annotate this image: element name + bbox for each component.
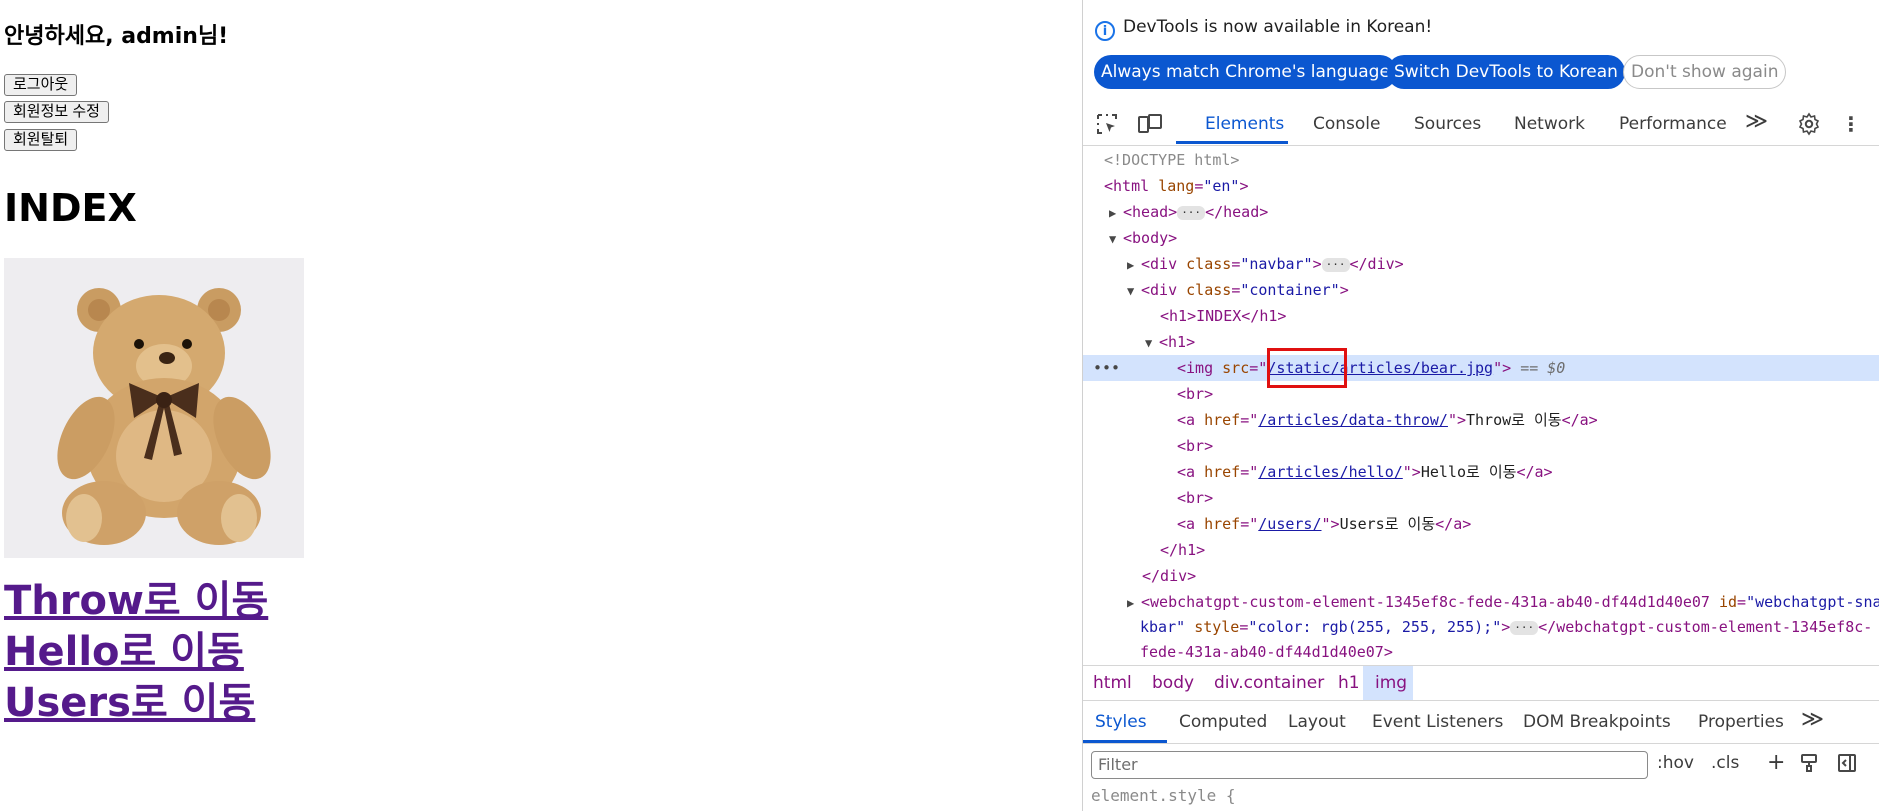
new-style-rule-icon[interactable]: +	[1767, 750, 1785, 775]
switch-korean-button[interactable]: Switch DevTools to Korean	[1387, 55, 1625, 89]
styles-filter-input[interactable]: Filter	[1091, 751, 1648, 779]
tab-dom-breakpoints[interactable]: DOM Breakpoints	[1523, 712, 1671, 732]
dom-line-h1-close[interactable]: </h1>	[1160, 537, 1205, 563]
device-toolbar-icon[interactable]	[1137, 112, 1162, 136]
tab-styles[interactable]: Styles	[1095, 712, 1147, 732]
dom-line-a-users[interactable]: <a href="/users/">Users로 이동</a>	[1177, 511, 1471, 537]
expand-triangle-icon: ▶	[1127, 596, 1135, 610]
dom-line-html[interactable]: <html lang="en">	[1104, 173, 1249, 199]
dom-line-head[interactable]: ▶ <head> ··· </head>	[1109, 199, 1268, 225]
breadcrumb-h1[interactable]: h1	[1338, 673, 1360, 693]
element-style-rule: element.style {	[1091, 786, 1236, 805]
throw-link[interactable]: Throw로 이동	[4, 568, 268, 626]
dom-line-custom-element-cont[interactable]: kbar" style="color: rgb(255, 255, 255);"…	[1140, 614, 1872, 640]
dom-line-br[interactable]: <br>	[1177, 381, 1213, 407]
collapse-triangle-icon: ▼	[1145, 336, 1153, 350]
hov-toggle[interactable]: :hov	[1657, 753, 1694, 773]
devtools-tabbar: Elements Console Sources Network Perform…	[1083, 103, 1879, 146]
greeting-heading: 안녕하세요, admin님!	[4, 24, 229, 49]
more-tabs-icon[interactable]: ≫	[1801, 707, 1824, 732]
breadcrumb-div-container[interactable]: div.container	[1214, 673, 1324, 693]
collapse-triangle-icon: ▼	[1127, 284, 1135, 298]
dom-line-img[interactable]: <img src="/static/articles/bear.jpg"> ==…	[1177, 355, 1565, 381]
info-icon: i	[1095, 21, 1115, 41]
cls-toggle[interactable]: .cls	[1711, 753, 1739, 773]
breadcrumb-img[interactable]: img	[1375, 673, 1407, 693]
dom-line-a-throw[interactable]: <a href="/articles/data-throw/">Throw로 이…	[1177, 407, 1598, 433]
tab-console[interactable]: Console	[1313, 114, 1381, 134]
more-options-icon[interactable]: ⋮	[1839, 112, 1863, 136]
ellipsis-icon: ···	[1510, 621, 1539, 635]
infobar-message: DevTools is now available in Korean!	[1123, 17, 1433, 37]
hello-link[interactable]: Hello로 이동	[4, 619, 244, 677]
logout-button[interactable]: 로그아웃	[4, 74, 78, 96]
dom-line-custom-element-end[interactable]: fede-431a-ab40-df44d1d40e07>	[1140, 639, 1393, 665]
node-actions-icon[interactable]: •••	[1093, 355, 1120, 381]
tab-computed[interactable]: Computed	[1179, 712, 1267, 732]
tab-sources[interactable]: Sources	[1414, 114, 1481, 134]
inspect-element-icon[interactable]	[1095, 112, 1119, 136]
dom-line-h1[interactable]: ▼ <h1>	[1145, 329, 1195, 355]
collapse-triangle-icon: ▼	[1109, 232, 1117, 246]
breadcrumb: html body div.container h1 img	[1083, 665, 1879, 701]
ellipsis-icon: ···	[1321, 258, 1350, 272]
expand-triangle-icon: ▶	[1127, 258, 1135, 272]
language-infobar: i DevTools is now available in Korean!	[1095, 17, 1432, 41]
page-title: INDEX	[4, 186, 137, 230]
tab-elements[interactable]: Elements	[1205, 114, 1284, 134]
devtools-panel: i DevTools is now available in Korean! Al…	[1082, 0, 1879, 811]
dom-line-container[interactable]: ▼ <div class="container">	[1127, 277, 1349, 303]
tab-properties[interactable]: Properties	[1698, 712, 1784, 732]
dom-tree: <!DOCTYPE html> <html lang="en"> ▶ <head>…	[1083, 147, 1879, 665]
dom-line-br[interactable]: <br>	[1177, 485, 1213, 511]
edit-profile-button[interactable]: 회원정보 수정	[4, 101, 109, 123]
dom-line-h1-index[interactable]: <h1>INDEX</h1>	[1160, 303, 1286, 329]
breadcrumb-body[interactable]: body	[1152, 673, 1194, 693]
toggle-sidebar-icon[interactable]	[1837, 753, 1857, 778]
tab-performance[interactable]: Performance	[1619, 114, 1727, 134]
web-page: 안녕하세요, admin님! 로그아웃 회원정보 수정 회원탈퇴 INDEX T…	[0, 0, 1082, 811]
dom-line-doctype[interactable]: <!DOCTYPE html>	[1104, 147, 1239, 173]
active-subtab-indicator	[1083, 740, 1167, 743]
dom-line-navbar[interactable]: ▶ <div class="navbar"> ··· </div>	[1127, 251, 1404, 277]
tab-layout[interactable]: Layout	[1288, 712, 1346, 732]
users-link[interactable]: Users로 이동	[4, 670, 255, 728]
more-tabs-icon[interactable]: ≫	[1745, 109, 1768, 134]
expand-triangle-icon: ▶	[1109, 206, 1117, 220]
dom-line-body[interactable]: ▼ <body>	[1109, 225, 1177, 251]
teddy-bear-image	[4, 258, 304, 558]
dom-line-div-close[interactable]: </div>	[1142, 563, 1196, 589]
red-highlight-box	[1267, 348, 1347, 388]
active-tab-indicator	[1176, 141, 1288, 144]
dom-line-a-hello[interactable]: <a href="/articles/hello/">Hello로 이동</a>	[1177, 459, 1553, 485]
settings-gear-icon[interactable]	[1797, 112, 1821, 136]
withdraw-button[interactable]: 회원탈퇴	[4, 129, 78, 151]
breadcrumb-html[interactable]: html	[1093, 673, 1132, 693]
paint-brush-icon[interactable]	[1799, 753, 1819, 778]
tab-event-listeners[interactable]: Event Listeners	[1372, 712, 1503, 732]
dom-line-br[interactable]: <br>	[1177, 433, 1213, 459]
ellipsis-icon: ···	[1177, 206, 1206, 220]
styles-tabbar: Styles Computed Layout Event Listeners D…	[1083, 701, 1879, 744]
tab-network[interactable]: Network	[1514, 114, 1585, 134]
dont-show-again-button[interactable]: Don't show again	[1623, 55, 1787, 89]
match-language-button[interactable]: Always match Chrome's language	[1094, 55, 1397, 89]
dom-line-custom-element[interactable]: ▶ <webchatgpt-custom-element-1345ef8c-fed…	[1127, 589, 1879, 615]
